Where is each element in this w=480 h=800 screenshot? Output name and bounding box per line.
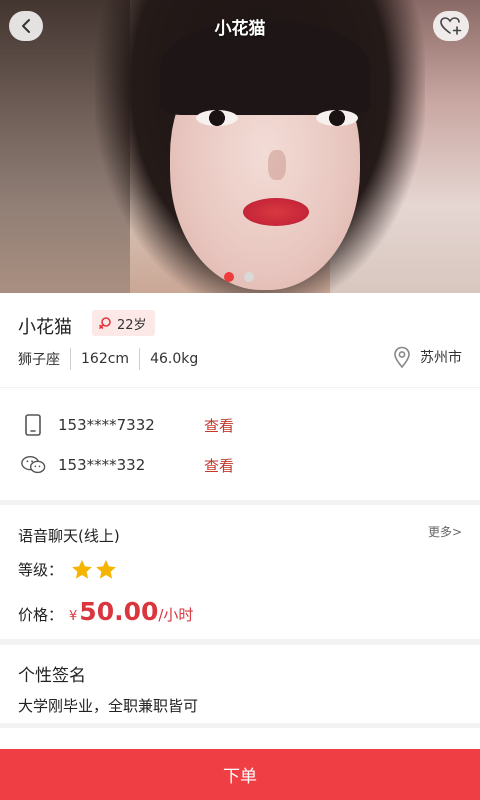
location: 苏州市 <box>392 345 462 369</box>
heart-add-icon <box>440 17 462 35</box>
wechat-id: 153****332 <box>58 456 146 474</box>
wechat-row: 153****332 查看 <box>20 452 234 478</box>
signature-title: 个性签名 <box>18 666 86 686</box>
price-row: 价格： ¥ 50.00 /小时 <box>18 597 193 626</box>
wechat-icon <box>20 452 46 478</box>
profile-meta: 狮子座 162cm 46.0kg <box>18 348 198 370</box>
view-phone-link[interactable]: 查看 <box>204 415 234 436</box>
currency-symbol: ¥ <box>69 609 78 624</box>
phone-number: 153****7332 <box>58 416 155 434</box>
height: 162cm <box>81 351 130 367</box>
divider <box>70 348 71 370</box>
star-icon <box>96 560 116 579</box>
carousel-dot[interactable] <box>244 272 254 282</box>
level-row: 等级： <box>18 559 117 580</box>
phone-row: 153****7332 查看 <box>20 412 234 438</box>
phone-icon <box>20 412 46 438</box>
page-title: 小花猫 <box>214 19 266 39</box>
profile-photo[interactable] <box>0 0 480 293</box>
service-card: 语音聊天(线上) 更多> 等级： 价格： ¥ 50.00 /小时 <box>0 505 480 639</box>
carousel-dot[interactable] <box>224 272 234 282</box>
contact-card: 153****7332 查看 153****332 查看 <box>0 388 480 500</box>
age-text: 22岁 <box>117 317 147 333</box>
favorite-button[interactable] <box>433 11 469 41</box>
service-title: 语音聊天(线上) <box>18 527 120 545</box>
star-icon <box>72 560 92 579</box>
profile-card: 小花猫 22岁 狮子座 162cm 46.0kg 苏州市 <box>0 293 480 387</box>
carousel-indicator <box>224 272 254 282</box>
city: 苏州市 <box>420 350 462 366</box>
more-link[interactable]: 更多> <box>428 523 462 540</box>
level-label: 等级： <box>18 561 64 579</box>
profile-name: 小花猫 <box>18 317 72 338</box>
age-badge: 22岁 <box>92 310 155 336</box>
order-button[interactable]: 下单 <box>0 749 480 800</box>
price-label: 价格： <box>18 606 64 624</box>
weight: 46.0kg <box>150 351 199 367</box>
signature-text: 大学刚毕业，全职兼职皆可 <box>18 697 199 715</box>
price-unit: /小时 <box>158 606 194 624</box>
zodiac: 狮子座 <box>18 352 60 368</box>
price-amount: 50.00 <box>79 597 159 626</box>
location-pin-icon <box>394 346 410 369</box>
divider <box>139 348 141 370</box>
level-stars <box>71 559 117 580</box>
signature-card: 个性签名 大学刚毕业，全职兼职皆可 <box>0 645 480 723</box>
female-icon <box>99 317 111 329</box>
view-wechat-link[interactable]: 查看 <box>204 455 234 476</box>
